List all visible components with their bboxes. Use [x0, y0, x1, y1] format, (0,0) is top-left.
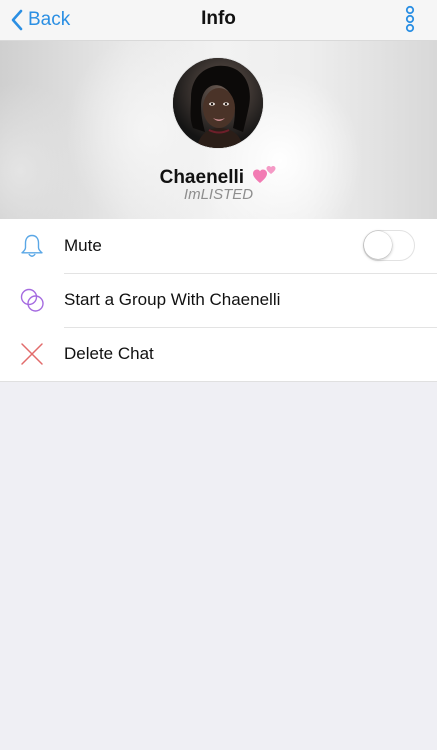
profile-status: ImLISTED — [183, 186, 254, 203]
x-icon — [21, 343, 43, 365]
mute-label: Mute — [64, 236, 102, 255]
navigation-bar: Back Info — [0, 0, 437, 41]
vertical-dots-icon — [405, 5, 415, 33]
start-group-row[interactable]: Start a Group With Chaenelli — [0, 273, 437, 327]
actions-list: Mute Start a Group With Chaenelli Delete… — [0, 219, 437, 382]
more-options-button[interactable] — [403, 5, 417, 35]
bell-icon — [21, 234, 43, 257]
profile-header: Chaenelli ImLISTED — [0, 41, 437, 219]
avatar-image — [173, 58, 263, 148]
delete-chat-label: Delete Chat — [64, 344, 154, 363]
start-group-label: Start a Group With Chaenelli — [64, 290, 281, 309]
avatar[interactable] — [173, 58, 263, 148]
mute-row[interactable]: Mute — [0, 219, 437, 273]
toggle-knob — [364, 231, 392, 259]
mute-toggle[interactable] — [363, 230, 415, 261]
two-hearts-icon — [253, 166, 276, 183]
delete-chat-row[interactable]: Delete Chat — [0, 327, 437, 381]
group-circles-icon — [20, 288, 44, 312]
page-title: Info — [201, 8, 236, 29]
profile-name-text: Chaenelli — [159, 167, 245, 188]
info-screen: Back Info Chaenelli ImLISTED Mute Start … — [0, 0, 437, 750]
